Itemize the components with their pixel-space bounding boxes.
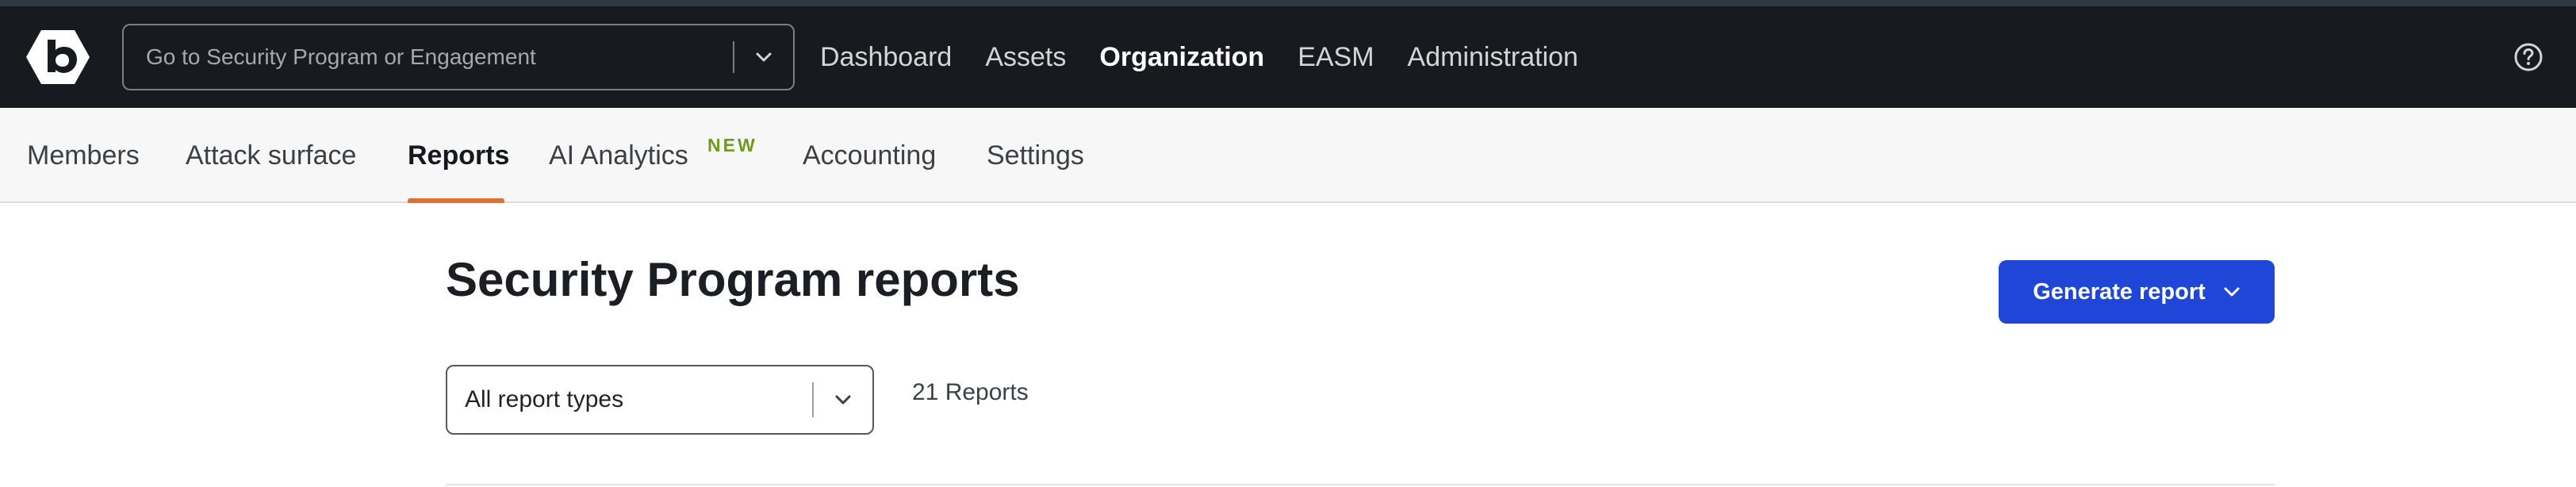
program-search-placeholder[interactable]: Go to Security Program or Engagement — [146, 44, 733, 70]
tab-label: AI Analytics — [549, 140, 688, 171]
tab-label: Attack surface — [186, 140, 357, 171]
tab-attack-surface[interactable]: Attack surface — [186, 108, 356, 203]
help-circle-icon[interactable] — [2513, 41, 2544, 73]
tab-label: Accounting — [803, 140, 937, 171]
nav-dashboard[interactable]: Dashboard — [820, 42, 952, 73]
active-tab-indicator — [408, 198, 504, 203]
tab-ai-analytics[interactable]: AI Analytics NEW — [549, 108, 763, 203]
nav-easm[interactable]: EASM — [1298, 42, 1374, 73]
content-divider — [446, 484, 2275, 485]
tab-label: Members — [27, 140, 140, 171]
program-search-select[interactable]: Go to Security Program or Engagement — [122, 24, 795, 90]
report-type-value: All report types — [465, 386, 624, 412]
chevron-down-icon — [2224, 287, 2240, 297]
chevron-down-icon[interactable] — [734, 51, 793, 63]
tab-label: Reports — [408, 140, 510, 171]
tab-settings[interactable]: Settings — [987, 108, 1084, 203]
page-title: Security Program reports — [446, 253, 1020, 306]
nav-assets[interactable]: Assets — [985, 42, 1066, 73]
tab-members[interactable]: Members — [27, 108, 140, 203]
report-count: 21 Reports — [912, 379, 1029, 405]
report-type-select[interactable]: All report types — [446, 365, 874, 435]
main-nav: Dashboard Assets Organization EASM Admin… — [820, 6, 1612, 108]
tab-reports[interactable]: Reports — [408, 108, 509, 203]
new-badge: NEW — [707, 135, 757, 155]
generate-report-label: Generate report — [2033, 278, 2206, 305]
nav-administration[interactable]: Administration — [1408, 42, 1578, 73]
generate-report-button[interactable]: Generate report — [1999, 260, 2275, 324]
tab-label: Settings — [987, 140, 1084, 171]
top-navigation-bar: Go to Security Program or Engagement Das… — [0, 6, 2576, 108]
bugcrowd-logo-icon[interactable] — [25, 29, 90, 86]
chevron-down-icon[interactable] — [814, 393, 872, 406]
top-accent-strip — [0, 0, 2576, 6]
nav-organization[interactable]: Organization — [1099, 42, 1264, 73]
organization-subnav: Members Attack surface Reports AI Analyt… — [0, 108, 2576, 203]
tab-accounting[interactable]: Accounting — [803, 108, 936, 203]
